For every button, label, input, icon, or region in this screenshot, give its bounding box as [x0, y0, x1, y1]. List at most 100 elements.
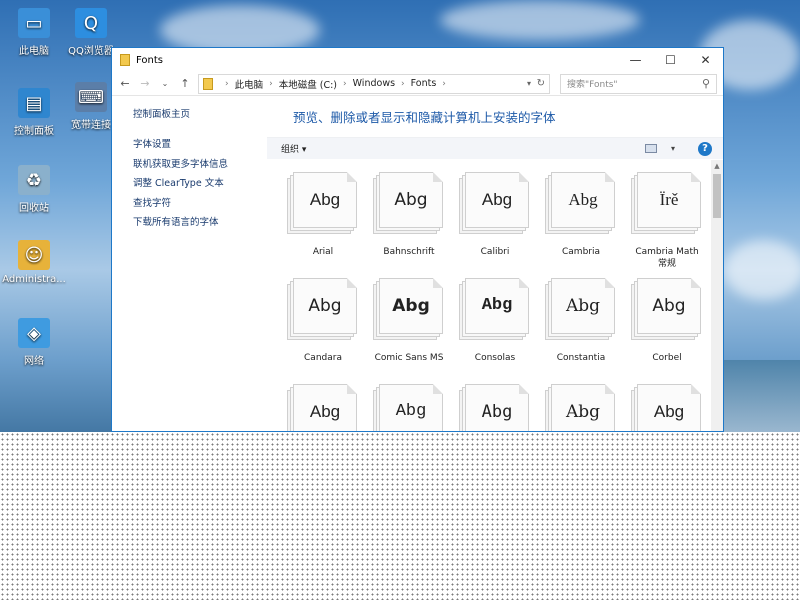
path-separator: › — [343, 78, 347, 89]
font-tile[interactable]: Abg Candara — [283, 278, 363, 364]
organize-button[interactable]: 组织 ▾ — [281, 142, 306, 155]
desktop-icon[interactable]: ▤ 控制面板 — [2, 88, 66, 137]
font-name: Corbel — [652, 353, 682, 363]
control-panel-home-link[interactable]: 控制面板主页 — [133, 106, 267, 120]
breadcrumb-fonts[interactable]: Fonts — [411, 78, 437, 89]
font-file-icon: Abg — [631, 384, 703, 431]
desktop-icon-label: Administra... — [2, 274, 66, 285]
close-button[interactable]: ✕ — [688, 48, 723, 72]
font-tile[interactable]: Abg Constantia — [541, 278, 621, 364]
breadcrumb-this-pc[interactable]: 此电脑 — [235, 77, 264, 91]
cloud — [724, 240, 800, 300]
page-fold — [691, 172, 701, 182]
font-settings-link[interactable]: 字体设置 — [133, 136, 267, 156]
font-sample: Abg — [481, 402, 513, 422]
desktop-icon[interactable]: ⌨ 宽带连接 — [66, 82, 116, 131]
view-options-icon[interactable] — [645, 144, 657, 153]
address-bar[interactable]: › 此电脑 › 本地磁盘 (C:) › Windows › Fonts › ▾ … — [198, 73, 550, 94]
font-sample: Abg — [309, 190, 341, 209]
font-tile[interactable]: Abg Consolas — [455, 278, 535, 364]
up-arrow-icon[interactable]: ↑ — [178, 77, 192, 90]
get-more-font-info-link[interactable]: 联机获取更多字体信息 — [133, 156, 267, 176]
font-sample: Abg — [395, 402, 427, 421]
user-folder-icon: ☺ — [18, 240, 50, 270]
font-tile[interactable]: Ïrě Cambria Math 常规 — [627, 172, 707, 270]
chevron-down-icon[interactable]: ▾ — [527, 79, 531, 88]
desktop-icon[interactable]: ▭ 此电脑 — [2, 8, 66, 57]
desktop-icon[interactable]: ☺ Administra... — [2, 240, 66, 285]
font-tile[interactable]: Abg Bahnschrift — [369, 172, 449, 258]
back-arrow-icon[interactable]: ← — [118, 77, 132, 90]
font-tile[interactable]: Abg — [541, 384, 621, 431]
font-file-icon: Abg — [545, 172, 617, 234]
font-name: Consolas — [474, 353, 516, 363]
maximize-button[interactable]: ☐ — [653, 48, 688, 72]
page-fold — [347, 384, 357, 394]
font-file-icon: Abg — [459, 384, 531, 431]
font-name: Comic Sans MS — [374, 353, 444, 363]
font-sample: Abg — [394, 190, 428, 210]
minimize-button[interactable]: — — [618, 48, 653, 72]
vertical-scrollbar[interactable]: ▲ — [711, 160, 723, 431]
control-panel-icon: ▤ — [18, 88, 50, 118]
font-sample: Ïrě — [659, 190, 679, 209]
recent-dropdown-icon[interactable]: ⌄ — [158, 79, 172, 88]
adjust-cleartype-link[interactable]: 调整 ClearType 文本 — [133, 175, 267, 195]
font-tile[interactable]: Abg Corbel — [627, 278, 707, 364]
font-file-icon: Abg — [287, 278, 359, 340]
font-file-icon: Abg — [287, 172, 359, 234]
download-all-fonts-link[interactable]: 下载所有语言的字体 — [133, 214, 267, 234]
desktop-icon-label: 宽带连接 — [71, 120, 111, 131]
cloud — [440, 0, 640, 40]
path-separator: › — [225, 78, 229, 89]
font-name: Bahnschrift — [383, 247, 435, 257]
fonts-folder-icon — [203, 77, 213, 90]
scroll-up-icon[interactable]: ▲ — [711, 160, 723, 172]
scroll-thumb[interactable] — [713, 174, 721, 218]
page-fold — [605, 278, 615, 288]
title-bar[interactable]: Fonts — ☐ ✕ — [112, 48, 723, 72]
forward-arrow-icon[interactable]: → — [138, 77, 152, 90]
refresh-icon[interactable]: ↻ — [537, 78, 545, 89]
qq-browser-icon: Q — [75, 8, 107, 38]
font-file-icon: Abg — [545, 278, 617, 340]
page-fold — [347, 278, 357, 288]
page-fold — [433, 172, 443, 182]
desktop-icon-label: 网络 — [24, 356, 44, 367]
desktop-icon[interactable]: Q QQ浏览器 — [66, 8, 116, 57]
path-separator: › — [269, 78, 273, 89]
page-fold — [433, 384, 443, 394]
chevron-down-icon[interactable]: ▾ — [671, 144, 675, 153]
breadcrumb-local-disk[interactable]: 本地磁盘 (C:) — [279, 77, 337, 91]
search-input[interactable]: 搜索"Fonts" ⚲ — [560, 73, 717, 94]
page-title: 预览、删除或者显示和隐藏计算机上安装的字体 — [293, 110, 556, 125]
path-separator: › — [442, 78, 446, 89]
font-name: Calibri — [480, 247, 510, 257]
font-sample: Abg — [392, 296, 430, 316]
font-tile[interactable]: Abg Cambria — [541, 172, 621, 258]
font-tile[interactable]: Abg Calibri — [455, 172, 535, 258]
breadcrumb-windows[interactable]: Windows — [353, 78, 395, 89]
network-icon: ◈ — [18, 318, 50, 348]
font-tile[interactable]: Abg — [283, 384, 363, 431]
main-pane: 预览、删除或者显示和隐藏计算机上安装的字体 组织 ▾ ▾ ? Abg Arial A… — [267, 96, 723, 431]
font-tile[interactable]: Abg — [455, 384, 535, 431]
desktop-icon[interactable]: ◈ 网络 — [2, 318, 66, 367]
font-sample: Abg — [481, 296, 513, 315]
font-tile[interactable]: Abg Arial — [283, 172, 363, 258]
find-character-link[interactable]: 查找字符 — [133, 195, 267, 215]
search-icon[interactable]: ⚲ — [702, 77, 710, 90]
window-title: Fonts — [136, 54, 163, 66]
font-tile[interactable]: Abg — [369, 384, 449, 431]
font-tile[interactable]: Abg — [627, 384, 707, 431]
font-sample: Abg — [568, 190, 598, 209]
font-sample: Abg — [481, 190, 513, 209]
left-pane: 控制面板主页 字体设置 联机获取更多字体信息 调整 ClearType 文本 查… — [112, 96, 267, 431]
recycle-bin-icon: ♻ — [18, 165, 50, 195]
page-fold — [519, 384, 529, 394]
font-name: Constantia — [556, 353, 606, 363]
help-icon[interactable]: ? — [698, 141, 712, 156]
desktop-icon[interactable]: ♻ 回收站 — [2, 165, 66, 214]
font-tile[interactable]: Abg Comic Sans MS — [369, 278, 449, 364]
font-sample: Abg — [652, 296, 686, 316]
